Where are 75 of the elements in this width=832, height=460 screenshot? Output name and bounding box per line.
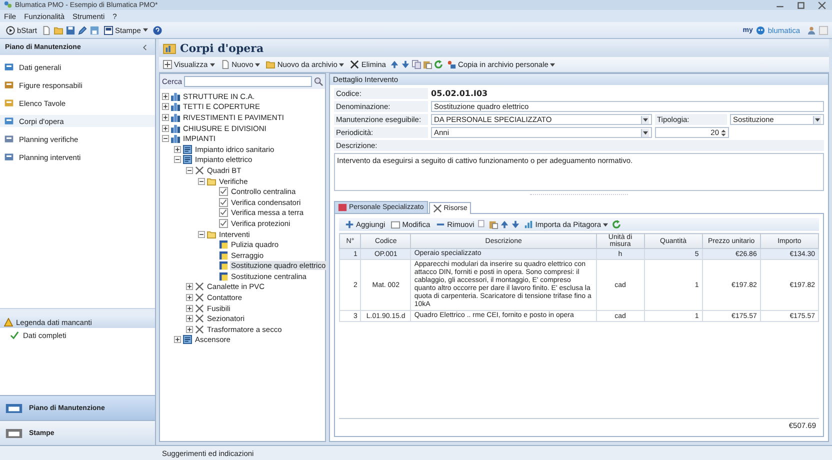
printer-icon	[104, 26, 114, 34]
checklist-icon	[219, 187, 228, 196]
arrow-down-icon[interactable]	[400, 60, 410, 69]
collapse-icon[interactable]	[174, 156, 181, 164]
panel-icon	[183, 155, 192, 164]
paste-icon[interactable]	[422, 60, 432, 69]
paste-icon[interactable]	[489, 220, 498, 229]
save-icon[interactable]	[66, 26, 76, 34]
arrow-up-icon[interactable]	[390, 60, 399, 69]
maximize-icon[interactable]	[795, 0, 807, 10]
collapse-icon[interactable]	[186, 166, 193, 174]
checklist-icon	[219, 218, 228, 228]
new-file-icon[interactable]	[42, 26, 52, 34]
list-icon	[4, 134, 14, 144]
page-title: Corpi d'opera	[180, 42, 264, 54]
list-icon	[4, 80, 14, 90]
expand-icon[interactable]	[174, 146, 181, 153]
user-icon[interactable]	[807, 26, 816, 34]
checklist-icon	[219, 208, 228, 218]
expand-icon[interactable]	[186, 283, 193, 290]
collapse-icon[interactable]	[162, 135, 169, 142]
spinner-arrows-icon	[721, 128, 726, 136]
caret-icon	[643, 118, 648, 122]
blocks-icon	[171, 92, 180, 101]
caret-icon	[142, 28, 148, 32]
blocks-icon	[171, 134, 180, 144]
refresh-icon[interactable]	[434, 60, 443, 69]
close-icon[interactable]	[816, 0, 828, 10]
folder-icon	[207, 230, 216, 239]
blocks-icon	[171, 112, 180, 122]
expand-icon[interactable]	[174, 336, 181, 344]
play-icon	[6, 26, 15, 34]
expand-icon	[163, 60, 172, 69]
refresh-icon[interactable]	[612, 220, 622, 229]
expand-icon[interactable]	[162, 103, 169, 110]
list-icon	[4, 62, 14, 72]
caret-icon	[815, 118, 820, 122]
pencil-icon[interactable]	[78, 26, 88, 34]
panel-icon	[183, 335, 192, 344]
list-icon	[4, 152, 14, 162]
check-icon	[10, 331, 19, 340]
expand-icon[interactable]	[186, 326, 193, 333]
plus-icon	[345, 220, 354, 229]
collapse-icon[interactable]	[142, 44, 147, 50]
bar-chart-icon	[524, 220, 534, 229]
blocks-icon	[171, 102, 180, 112]
expand-icon[interactable]	[162, 92, 169, 100]
checklist-icon	[219, 198, 228, 207]
list-icon	[4, 98, 14, 108]
search-icon[interactable]	[314, 77, 323, 86]
logo-icon	[756, 26, 765, 34]
code-value: 05.02.01.I03	[431, 89, 488, 98]
app-icon	[4, 1, 12, 9]
help-icon[interactable]	[152, 26, 162, 34]
collapse-icon[interactable]	[198, 230, 205, 238]
expand-icon[interactable]	[186, 304, 193, 312]
save-as-icon[interactable]	[90, 26, 100, 34]
blocks-icon	[171, 124, 180, 133]
delete-icon	[350, 60, 360, 69]
list-icon	[4, 116, 14, 126]
expand-icon[interactable]	[186, 294, 193, 302]
panel-icon	[183, 144, 192, 154]
arrow-up-icon[interactable]	[500, 220, 510, 229]
caret-icon	[603, 222, 608, 226]
folder-icon	[207, 176, 216, 186]
folder-chart-icon	[163, 42, 176, 54]
expand-icon[interactable]	[162, 124, 169, 132]
arrow-down-icon[interactable]	[511, 220, 520, 229]
collapse-icon[interactable]	[198, 178, 205, 185]
folder-icon	[266, 60, 276, 69]
search-field[interactable]	[184, 76, 312, 87]
expand-icon[interactable]	[162, 114, 169, 121]
new-file-icon	[220, 60, 230, 69]
expand-icon[interactable]	[186, 315, 193, 322]
caret-icon	[643, 130, 648, 134]
